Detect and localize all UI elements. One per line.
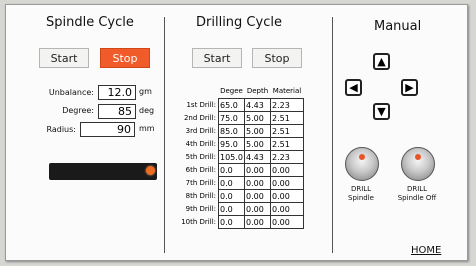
- degree-cell[interactable]: 0.0: [218, 163, 245, 177]
- depth-cell[interactable]: 0.00: [244, 202, 271, 216]
- table-row: 8th Drill: 0.0 0.00 0.00: [176, 189, 304, 203]
- degree-cell[interactable]: 85.0: [218, 124, 245, 138]
- drill-row-label: 10th Drill:: [181, 218, 216, 226]
- radius-unit: mm: [139, 124, 155, 133]
- home-button[interactable]: HOME: [411, 245, 441, 256]
- depth-cell[interactable]: 0.00: [244, 215, 271, 229]
- table-row: 4th Drill: 95.0 5.00 2.51: [176, 137, 304, 151]
- drilling-start-button[interactable]: Start: [192, 48, 242, 68]
- depth-cell[interactable]: 5.00: [244, 124, 271, 138]
- depth-cell[interactable]: 5.00: [244, 111, 271, 125]
- degree-cell[interactable]: 105.0: [218, 150, 245, 164]
- table-row: 2nd Drill: 75.0 5.00 2.51: [176, 111, 304, 125]
- header-material: Material: [272, 86, 302, 95]
- drill-row-label: 6th Drill:: [185, 166, 216, 174]
- table-row: 7th Drill: 0.0 0.00 0.00: [176, 176, 304, 190]
- unbalance-unit: gm: [139, 87, 152, 96]
- drill-row-label: 1st Drill:: [186, 101, 216, 109]
- table-row: 3rd Drill: 85.0 5.00 2.51: [176, 124, 304, 138]
- degree-unit: deg: [139, 106, 155, 115]
- degree-cell[interactable]: 0.0: [218, 202, 245, 216]
- degree-cell[interactable]: 0.0: [218, 189, 245, 203]
- material-cell[interactable]: 0.00: [270, 176, 304, 190]
- arrow-left-icon[interactable]: ◀: [345, 79, 362, 96]
- drill-row-label: 7th Drill:: [185, 179, 216, 187]
- divider-left: [164, 17, 165, 253]
- dial-indicator-icon: [415, 154, 421, 160]
- depth-cell[interactable]: 0.00: [244, 189, 271, 203]
- degree-cell[interactable]: 65.0: [218, 98, 245, 112]
- arrow-down-icon[interactable]: ▼: [373, 103, 390, 120]
- material-cell[interactable]: 2.23: [270, 98, 304, 112]
- degree-field[interactable]: 85: [98, 104, 136, 119]
- arrow-right-icon[interactable]: ▶: [401, 79, 418, 96]
- table-row: 9th Drill: 0.0 0.00 0.00: [176, 202, 304, 216]
- drill-spindle-off-dial[interactable]: [401, 147, 435, 181]
- material-cell[interactable]: 2.51: [270, 111, 304, 125]
- depth-cell[interactable]: 5.00: [244, 137, 271, 151]
- depth-cell[interactable]: 4.43: [244, 98, 271, 112]
- drill-row-label: 5th Drill:: [185, 153, 216, 161]
- degree-cell[interactable]: 0.0: [218, 215, 245, 229]
- material-cell[interactable]: 0.00: [270, 202, 304, 216]
- dial-indicator-icon: [359, 154, 365, 160]
- degree-cell[interactable]: 95.0: [218, 137, 245, 151]
- radius-field[interactable]: 90: [80, 122, 135, 137]
- drilling-cycle-title: Drilling Cycle: [196, 15, 282, 30]
- drilling-stop-button[interactable]: Stop: [252, 48, 302, 68]
- material-cell[interactable]: 0.00: [270, 189, 304, 203]
- drill-spindle-off-label: DRILL Spindle Off: [397, 185, 437, 202]
- table-row: 10th Drill: 0.0 0.00 0.00: [176, 215, 304, 229]
- manual-title: Manual: [374, 19, 422, 34]
- spindle-start-button[interactable]: Start: [39, 48, 89, 68]
- material-cell[interactable]: 0.00: [270, 215, 304, 229]
- degree-cell[interactable]: 75.0: [218, 111, 245, 125]
- radius-label: Radius:: [46, 125, 76, 134]
- spindle-cycle-title: Spindle Cycle: [46, 15, 134, 30]
- arrow-up-icon[interactable]: ▲: [373, 53, 390, 70]
- depth-cell[interactable]: 0.00: [244, 163, 271, 177]
- degree-label: Degree:: [62, 106, 94, 115]
- divider-right: [332, 17, 333, 253]
- drill-spindle-dial[interactable]: [345, 147, 379, 181]
- drill-row-label: 4th Drill:: [185, 140, 216, 148]
- spindle-stop-button[interactable]: Stop: [100, 48, 150, 68]
- material-cell[interactable]: 0.00: [270, 163, 304, 177]
- depth-cell[interactable]: 4.43: [244, 150, 271, 164]
- material-cell[interactable]: 2.23: [270, 150, 304, 164]
- unbalance-field[interactable]: 12.0: [98, 85, 136, 100]
- table-row: 1st Drill: 65.0 4.43 2.23: [176, 98, 304, 112]
- drill-row-label: 9th Drill:: [185, 205, 216, 213]
- depth-cell[interactable]: 0.00: [244, 176, 271, 190]
- drill-table: Degee Depth Material 1st Drill: 65.0 4.43 2…: [176, 85, 304, 229]
- drill-row-label: 8th Drill:: [185, 192, 216, 200]
- control-panel: Spindle Cycle Start Stop Unbalance: 12.0…: [5, 4, 468, 261]
- drill-row-label: 3rd Drill:: [185, 127, 216, 135]
- header-degree: Degee: [220, 86, 243, 95]
- drill-spindle-label: DRILL Spindle: [348, 185, 374, 202]
- header-depth: Depth: [246, 86, 269, 95]
- drill-row-label: 2nd Drill:: [183, 114, 216, 122]
- degree-cell[interactable]: 0.0: [218, 176, 245, 190]
- slider-knob[interactable]: [146, 166, 155, 175]
- table-row: 5th Drill: 105.0 4.43 2.23: [176, 150, 304, 164]
- material-cell[interactable]: 2.51: [270, 124, 304, 138]
- unbalance-label: Unbalance:: [48, 88, 94, 97]
- table-row: 6th Drill: 0.0 0.00 0.00: [176, 163, 304, 177]
- material-cell[interactable]: 2.51: [270, 137, 304, 151]
- unbalance-slider[interactable]: [49, 163, 157, 180]
